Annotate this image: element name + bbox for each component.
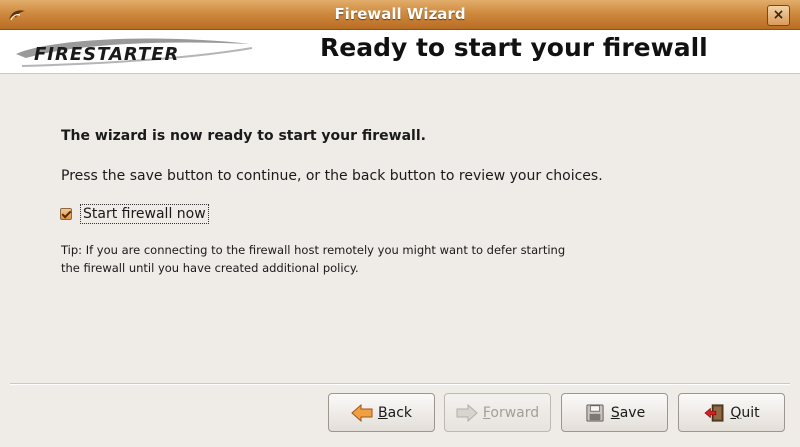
wizard-content: The wizard is now ready to start your fi… — [60, 128, 761, 275]
save-button-label: Save — [610, 404, 646, 421]
tip-text: Tip: If you are connecting to the firewa… — [61, 243, 566, 275]
logo-text: FIRESTARTER — [34, 44, 179, 65]
start-firewall-checkbox[interactable] — [60, 208, 72, 220]
instruction-text: Press the save button to continue, or th… — [61, 168, 603, 184]
quit-button[interactable]: Quit — [678, 393, 785, 432]
floppy-disk-icon — [586, 403, 604, 422]
back-button-label: Back — [378, 404, 412, 421]
close-icon: × — [772, 7, 785, 23]
arrow-right-icon — [456, 403, 478, 422]
save-button[interactable]: Save — [561, 393, 668, 432]
forward-button[interactable]: Forward — [444, 393, 551, 432]
close-button[interactable]: × — [767, 5, 790, 26]
forward-button-label: Forward — [482, 404, 540, 421]
window-title: Firewall Wizard — [334, 5, 466, 23]
start-firewall-label[interactable]: Start firewall now — [80, 204, 209, 224]
start-firewall-row[interactable]: Start firewall now — [60, 203, 209, 225]
wizard-header: FIRESTARTER Ready to start your firewall — [0, 30, 800, 74]
firestarter-logo: FIRESTARTER — [16, 38, 253, 67]
quit-button-label: Quit — [730, 404, 760, 421]
arrow-left-icon — [351, 403, 373, 422]
back-button[interactable]: Back — [328, 393, 435, 432]
page-title: Ready to start your firewall — [320, 33, 708, 62]
button-separator — [10, 383, 790, 385]
exit-door-icon — [704, 403, 724, 422]
ready-heading: The wizard is now ready to start your fi… — [61, 128, 426, 144]
window-titlebar[interactable]: Firewall Wizard × — [0, 0, 800, 30]
